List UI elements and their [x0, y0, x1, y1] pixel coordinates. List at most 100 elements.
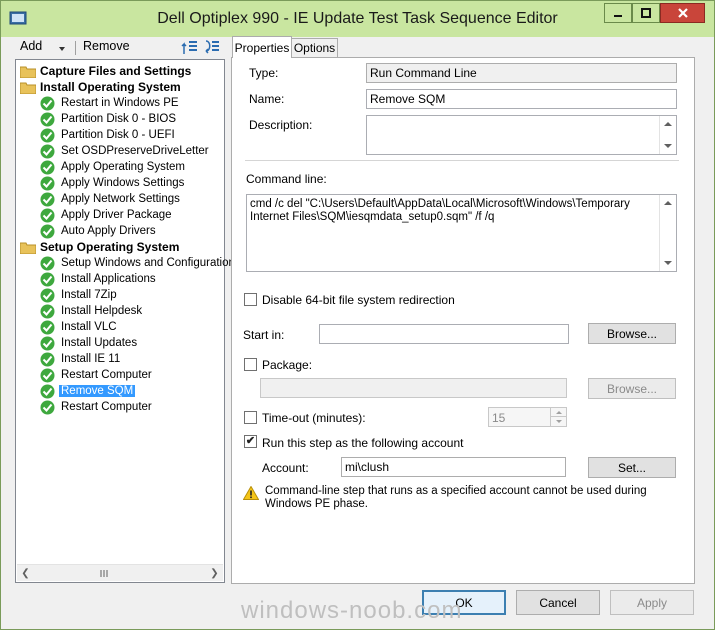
tree-step[interactable]: Apply Operating System [40, 159, 187, 175]
check-icon [40, 368, 55, 382]
tree-group-label: Capture Files and Settings [40, 64, 192, 78]
folder-icon [20, 66, 36, 78]
check-icon [40, 384, 55, 398]
tree-step-label: Install 7Zip [61, 289, 117, 301]
tree-horizontal-scrollbar[interactable]: ❮ ❯ [17, 564, 223, 581]
check-icon [40, 208, 55, 222]
scroll-down-icon[interactable] [660, 255, 676, 271]
tree-step[interactable]: Install VLC [40, 319, 119, 335]
timeout-checkbox[interactable] [244, 411, 257, 424]
tree-step[interactable]: Restart in Windows PE [40, 95, 181, 111]
tree-step[interactable]: Install 7Zip [40, 287, 119, 303]
tree-step-label: Apply Network Settings [61, 193, 180, 205]
tree-group-setup-os[interactable]: Setup Operating System [20, 239, 181, 255]
tree-step-label: Install Updates [61, 337, 138, 349]
tree-step[interactable]: Apply Network Settings [40, 191, 182, 207]
tree-step[interactable]: Install Helpdesk [40, 303, 144, 319]
tree-step[interactable]: Set OSDPreserveDriveLetter [40, 143, 211, 159]
tree-step-label: Apply Driver Package [61, 209, 172, 221]
account-label: Account: [262, 461, 309, 475]
command-line-text-1: cmd /c del "C:\Users\Default\AppData\Loc… [250, 198, 630, 210]
tree-group-label: Setup Operating System [40, 240, 180, 254]
set-account-button[interactable]: Set... [588, 457, 676, 478]
tree-step-label: Auto Apply Drivers [61, 225, 156, 237]
check-icon [40, 160, 55, 174]
task-sequence-tree[interactable]: Capture Files and Settings Install Opera… [15, 59, 235, 583]
tree-step-label: Apply Windows Settings [61, 177, 185, 189]
tree-step-selected[interactable]: Remove SQM [40, 383, 136, 399]
folder-icon [20, 242, 36, 254]
tree-step[interactable]: Setup Windows and Configuration [40, 255, 237, 271]
tree-step[interactable]: Restart Computer [40, 399, 154, 415]
cancel-button[interactable]: Cancel [516, 590, 600, 615]
check-icon [40, 304, 55, 318]
check-icon [40, 176, 55, 190]
minimize-button[interactable] [604, 3, 632, 23]
check-icon [40, 192, 55, 206]
close-icon [677, 8, 688, 18]
tree-step-label: Partition Disk 0 - BIOS [61, 113, 177, 125]
tree-step[interactable]: Install Updates [40, 335, 139, 351]
remove-button[interactable]: Remove [83, 39, 130, 53]
tree-step[interactable]: Auto Apply Drivers [40, 223, 158, 239]
name-label: Name: [249, 92, 285, 106]
package-browse-button: Browse... [588, 378, 676, 399]
tree-group-install-os[interactable]: Install Operating System [20, 79, 183, 95]
tree-step[interactable]: Partition Disk 0 - UEFI [40, 127, 177, 143]
timeout-value: 15 [492, 411, 506, 425]
tree-step-label: Install IE 11 [61, 353, 121, 365]
add-menu-button[interactable]: Add [20, 39, 42, 53]
sequence-toolbar: Add Remove [15, 37, 225, 59]
tab-options[interactable]: Options [291, 38, 338, 57]
command-line-field[interactable]: cmd /c del "C:\Users\Default\AppData\Loc… [246, 194, 677, 272]
tree-step[interactable]: Restart Computer [40, 367, 154, 383]
warning-message: Command-line step that runs as a specifi… [265, 485, 647, 510]
check-icon [40, 320, 55, 334]
scroll-left-icon[interactable]: ❮ [17, 565, 34, 582]
tree-step[interactable]: Apply Windows Settings [40, 175, 186, 191]
disable-redirection-label: Disable 64-bit file system redirection [262, 293, 455, 307]
tree-step[interactable]: Install IE 11 [40, 351, 122, 367]
section-divider [245, 160, 679, 161]
stepper-down-icon [551, 417, 566, 426]
move-up-icon[interactable] [181, 38, 199, 56]
run-as-account-checkbox[interactable]: ✔ [244, 435, 257, 448]
tree-group-capture-files[interactable]: Capture Files and Settings [20, 63, 193, 79]
start-in-field[interactable] [319, 324, 569, 344]
move-down-icon[interactable] [203, 38, 221, 56]
type-field: Run Command Line [366, 63, 677, 83]
timeout-stepper: 15 [488, 407, 567, 427]
tree-step[interactable]: Apply Driver Package [40, 207, 174, 223]
start-in-label: Start in: [243, 328, 285, 342]
maximize-button[interactable] [632, 3, 660, 23]
warning-icon [243, 486, 259, 500]
command-line-label: Command line: [246, 172, 327, 186]
tree-step-label: Apply Operating System [61, 161, 186, 173]
check-icon [40, 96, 55, 110]
disable-redirection-checkbox[interactable] [244, 293, 257, 306]
description-scrollbar[interactable] [659, 116, 676, 154]
check-icon [40, 224, 55, 238]
check-icon [40, 336, 55, 350]
name-field[interactable]: Remove SQM [366, 89, 677, 109]
tree-step-label: Setup Windows and Configuration [61, 257, 235, 269]
description-label: Description: [249, 118, 313, 132]
scroll-up-icon[interactable] [660, 116, 676, 132]
command-line-scrollbar[interactable] [659, 195, 676, 271]
close-button[interactable] [660, 3, 705, 23]
package-label: Package: [262, 358, 313, 372]
description-field[interactable] [366, 115, 677, 155]
tab-properties[interactable]: Properties [232, 36, 292, 58]
scrollbar-grip-icon[interactable] [93, 569, 117, 578]
tree-step[interactable]: Install Applications [40, 271, 158, 287]
scroll-down-icon[interactable] [660, 138, 676, 154]
timeout-label: Time-out (minutes): [262, 411, 366, 425]
tree-step[interactable]: Partition Disk 0 - BIOS [40, 111, 178, 127]
package-checkbox[interactable] [244, 358, 257, 371]
scroll-right-icon[interactable]: ❯ [206, 565, 223, 582]
start-in-browse-button[interactable]: Browse... [588, 323, 676, 344]
check-icon [40, 400, 55, 414]
scroll-up-icon[interactable] [660, 195, 676, 211]
check-icon [40, 112, 55, 126]
watermark: windows-noob.com [241, 597, 463, 624]
